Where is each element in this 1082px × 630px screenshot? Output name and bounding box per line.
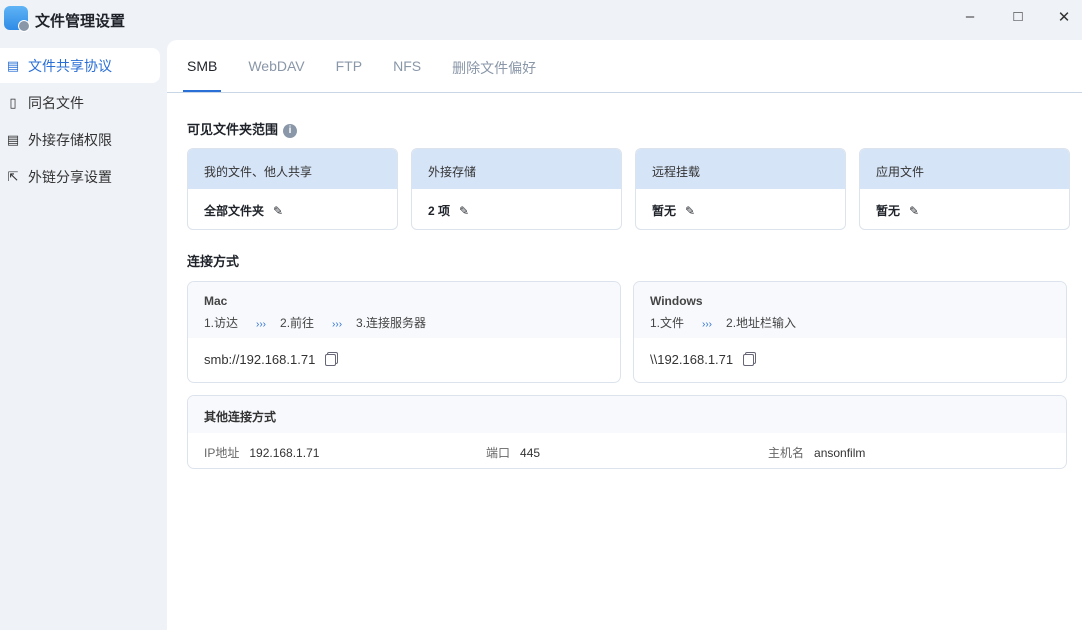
card-value: 全部文件夹: [204, 204, 265, 218]
card-header: 我的文件、他人共享: [188, 149, 397, 189]
section-title-visible-scope: 可见文件夹范围 i: [187, 119, 298, 138]
hostname-value: ansonfilm: [814, 446, 866, 460]
sidebar-item-label: 同名文件: [28, 94, 84, 111]
scope-card-remote-mount: 远程挂载暂无 ✎: [635, 148, 846, 230]
mac-connection-card: Mac 1.访达 ››› 2.前往 ››› 3.连接服务器 smb://192.168.…: [187, 281, 621, 383]
scope-card-external-storage: 外接存储 2 项 ✎: [411, 148, 622, 230]
tab-smb[interactable]: SMB: [182, 40, 222, 92]
step: 1.访达: [204, 316, 239, 330]
drive-icon: ▤: [6, 131, 20, 147]
copy-icon[interactable]: [743, 354, 755, 366]
close-button[interactable]: ✕: [1052, 8, 1076, 30]
section-title: 可见文件夹范围: [187, 122, 279, 137]
sidebar-item-link-share[interactable]: ⇱ 外链分享设置: [0, 159, 160, 194]
maximize-button[interactable]: □: [1006, 8, 1030, 30]
other-connection-card: 其他连接方式 IP地址 192.168.1.71 端口 445 主机名 ansonfi…: [187, 395, 1067, 469]
title-bar: 文件管理设置 – □ ✕: [0, 0, 1082, 40]
card-value: 暂无: [652, 204, 677, 218]
sidebar-item-label: 外接存储权限: [28, 131, 112, 148]
port-label: 端口: [486, 446, 511, 460]
tab-bar: SMB WebDAV FTP NFS 删除文件偏好: [167, 40, 1082, 93]
step: 1.文件: [650, 316, 685, 330]
port-value: 445: [520, 446, 541, 460]
unc-address: \\192.168.1.71: [650, 352, 734, 367]
minimize-button[interactable]: –: [958, 8, 982, 30]
sidebar-item-label: 外链分享设置: [28, 168, 112, 185]
section-title-connection: 连接方式: [187, 254, 240, 269]
window-title: 文件管理设置: [35, 13, 126, 30]
tab-nfs[interactable]: NFS: [393, 40, 421, 92]
card-header: 外接存储: [412, 149, 621, 189]
card-value: 2 项: [428, 204, 451, 218]
share-icon: ⇱: [7, 168, 19, 184]
smb-address: smb://192.168.1.71: [204, 352, 316, 367]
scope-cards: 我的文件、他人共享全部文件夹 ✎ 外接存储 2 项 ✎ 远程挂载暂无 ✎ 应用文件暂无 ✎: [187, 148, 1070, 230]
edit-icon[interactable]: ✎: [685, 204, 695, 218]
ip-value: 192.168.1.71: [249, 446, 320, 460]
file-icon: ▯: [9, 94, 17, 110]
windows-connection-card: Windows 1.文件 ››› 2.地址栏输入 \\192.168.1.71: [633, 281, 1067, 383]
edit-icon[interactable]: ✎: [273, 204, 283, 218]
tab-ftp[interactable]: FTP: [336, 40, 362, 92]
document-icon: ▤: [6, 57, 20, 73]
scope-card-my-files: 我的文件、他人共享全部文件夹 ✎: [187, 148, 398, 230]
step: 2.前往: [280, 316, 315, 330]
sidebar-item-label: 文件共享协议: [28, 57, 112, 74]
card-value: 暂无: [876, 204, 901, 218]
edit-icon[interactable]: ✎: [909, 204, 919, 218]
sidebar-item-share-protocol[interactable]: ▤ 文件共享协议: [0, 48, 160, 83]
step: 2.地址栏输入: [726, 316, 797, 330]
card-header: 应用文件: [860, 149, 1069, 189]
ip-label: IP地址: [204, 446, 240, 460]
chevrons-right-icon: ›››: [256, 319, 267, 330]
sidebar: ▤ 文件共享协议 ▯ 同名文件 ▤ 外接存储权限 ⇱ 外链分享设置: [0, 48, 160, 196]
sidebar-item-same-name-files[interactable]: ▯ 同名文件: [0, 85, 160, 120]
step: 3.连接服务器: [356, 316, 427, 330]
card-header: 远程挂载: [636, 149, 845, 189]
chevrons-right-icon: ›››: [702, 319, 713, 330]
tab-delete-preference[interactable]: 删除文件偏好: [452, 40, 536, 92]
app-icon: [4, 6, 30, 32]
info-icon[interactable]: i: [283, 124, 298, 138]
copy-icon[interactable]: [325, 354, 337, 366]
sidebar-item-external-storage[interactable]: ▤ 外接存储权限: [0, 122, 160, 157]
edit-icon[interactable]: ✎: [459, 204, 469, 218]
main-panel: SMB WebDAV FTP NFS 删除文件偏好 可见文件夹范围 i 我的文件、…: [167, 40, 1082, 630]
chevrons-right-icon: ›››: [332, 319, 343, 330]
hostname-label: 主机名: [768, 446, 805, 460]
os-name: Windows: [650, 294, 703, 308]
tab-webdav[interactable]: WebDAV: [248, 40, 304, 92]
scope-card-app-files: 应用文件暂无 ✎: [859, 148, 1070, 230]
os-name: Mac: [204, 294, 228, 308]
card-title: 其他连接方式: [188, 396, 1066, 433]
